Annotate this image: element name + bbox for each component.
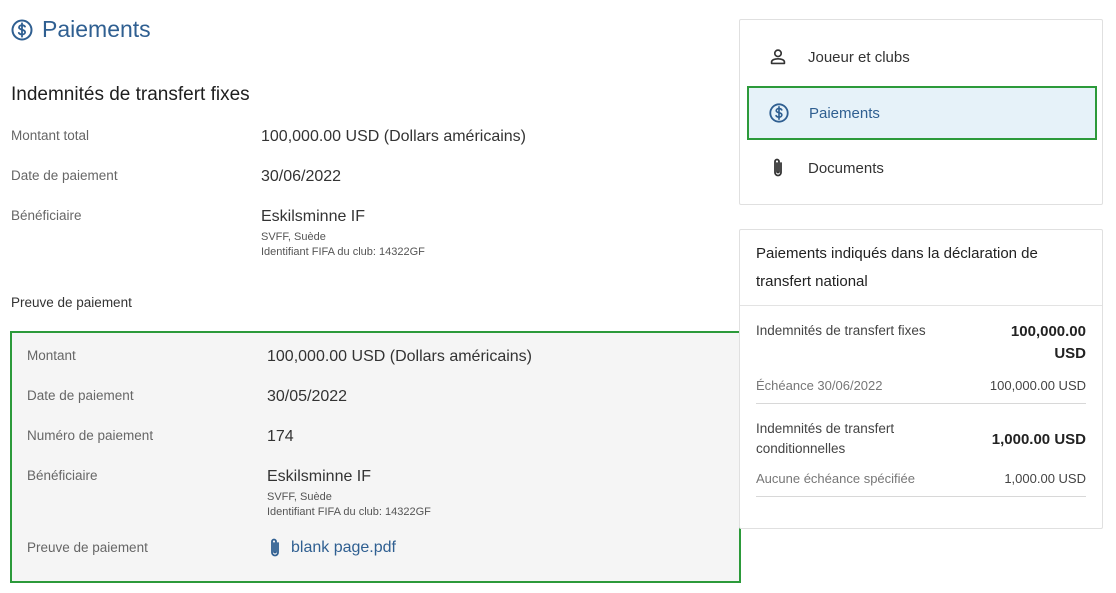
beneficiary-federation: SVFF, Suède xyxy=(261,231,326,243)
dollar-circle-icon xyxy=(11,19,33,40)
nav-item-documents[interactable]: Documents xyxy=(748,142,1096,194)
proof-of-payment-heading: Preuve de paiement xyxy=(11,295,132,310)
proof-beneficiary-federation: SVFF, Suède xyxy=(267,491,332,503)
proof-amount-label: Montant xyxy=(27,348,76,363)
section-nav: Joueur et clubs Paiements Documents xyxy=(739,19,1103,205)
summary-fixed-fees-amount-number: 100,000.00 xyxy=(1010,323,1086,340)
summary-fixed-fees-amount-currency: USD xyxy=(1054,345,1086,362)
proof-file-name[interactable]: blank page.pdf xyxy=(291,539,396,557)
total-amount-value: 100,000.00 USD (Dollars américains) xyxy=(261,128,526,145)
page-title: Paiements xyxy=(10,16,151,43)
summary-fixed-fees-due-amount: 100,000.00 USD xyxy=(989,378,1086,393)
summary-conditional-fees-amount: 1,000.00 USD xyxy=(991,431,1086,448)
proof-number-label: Numéro de paiement xyxy=(27,428,154,443)
summary-fixed-fees-due-label: Échéance 30/06/2022 xyxy=(756,378,883,393)
paperclip-icon xyxy=(748,157,808,179)
proof-date-label: Date de paiement xyxy=(27,388,134,403)
proof-beneficiary-fifa-id: Identifiant FIFA du club: 14322GF xyxy=(267,506,431,518)
beneficiary-club-name: Eskilsminne IF xyxy=(261,208,366,225)
summary-fixed-fees-amount: 100,000.00 USD xyxy=(1011,321,1086,365)
beneficiary-label: Bénéficiaire xyxy=(11,208,82,223)
summary-title: Paiements indiqués dans la déclaration d… xyxy=(756,245,1038,290)
page-title-text: Paiements xyxy=(42,16,151,42)
beneficiary-fifa-id: Identifiant FIFA du club: 14322GF xyxy=(261,246,425,258)
proof-number-value: 174 xyxy=(267,428,294,445)
proof-file-link[interactable]: blank page.pdf xyxy=(267,537,396,559)
paperclip-icon xyxy=(271,538,279,557)
beneficiary-value: Eskilsminne IF SVFF, Suède Identifiant F… xyxy=(261,208,425,260)
nav-item-payments[interactable]: Paiements xyxy=(747,86,1097,140)
proof-amount-value: 100,000.00 USD (Dollars américains) xyxy=(267,348,532,365)
summary-conditional-fees-due-amount: 1,000.00 USD xyxy=(1004,471,1086,486)
nav-item-payments-label: Paiements xyxy=(809,104,880,122)
proof-beneficiary-label: Bénéficiaire xyxy=(27,468,98,483)
nav-item-documents-label: Documents xyxy=(808,159,884,177)
declared-payments-summary: Paiements indiqués dans la déclaration d… xyxy=(739,229,1103,529)
summary-fixed-fees: Indemnités de transfert fixes 100,000.00… xyxy=(756,321,1086,405)
summary-conditional-fees-label: Indemnités de transfert conditionnelles xyxy=(756,421,895,456)
dollar-circle-icon xyxy=(749,102,809,124)
summary-row-rule xyxy=(756,496,1086,497)
total-amount-label: Montant total xyxy=(11,128,90,143)
payment-date-label: Date de paiement xyxy=(11,168,118,183)
proof-date-value: 30/05/2022 xyxy=(267,388,348,405)
proof-of-payment-panel: Montant 100,000.00 USD (Dollars américai… xyxy=(10,331,741,583)
nav-item-players-clubs-label: Joueur et clubs xyxy=(808,48,910,66)
payment-date-value: 30/06/2022 xyxy=(261,168,342,185)
summary-fixed-fees-label: Indemnités de transfert fixes xyxy=(756,323,926,338)
summary-divider xyxy=(740,305,1102,306)
proof-file-label: Preuve de paiement xyxy=(27,540,148,555)
proof-beneficiary-club-name: Eskilsminne IF xyxy=(267,468,372,485)
summary-conditional-fees-due-label: Aucune échéance spécifiée xyxy=(756,471,916,486)
proof-beneficiary-value: Eskilsminne IF SVFF, Suède Identifiant F… xyxy=(267,468,431,520)
payments-page: Paiements Indemnités de transfert fixes … xyxy=(0,0,1116,593)
summary-conditional-fees: Indemnités de transfert conditionnelles … xyxy=(756,419,1086,499)
fixed-fees-heading: Indemnités de transfert fixes xyxy=(11,84,250,105)
nav-item-players-clubs[interactable]: Joueur et clubs xyxy=(748,31,1096,83)
person-icon xyxy=(748,46,808,68)
summary-row-rule xyxy=(756,403,1086,404)
